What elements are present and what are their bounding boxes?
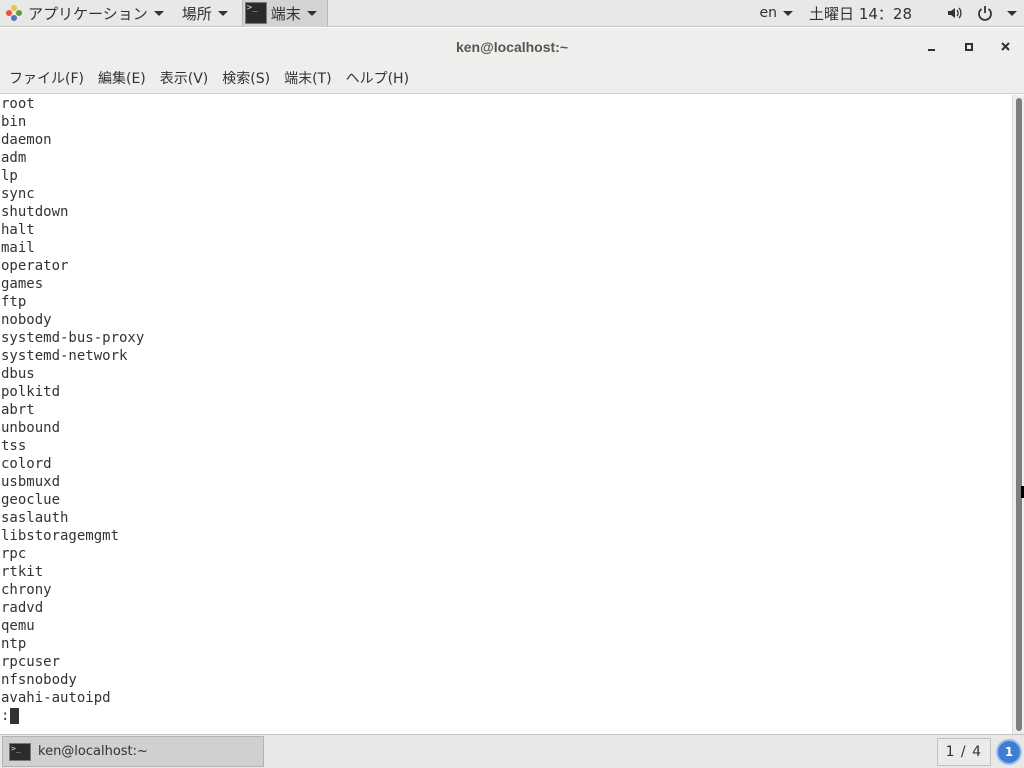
terminal-line: systemd-bus-proxy <box>1 330 145 346</box>
taskbar-window-label: ken@localhost:~ <box>38 744 148 759</box>
terminal-line: qemu <box>1 618 35 634</box>
chevron-down-icon <box>306 10 317 16</box>
terminal-app-menu[interactable]: >_ 端末 <box>241 0 328 27</box>
pager-prompt: : <box>1 708 10 724</box>
terminal-line: bin <box>1 114 27 130</box>
menu-bar: ファイル(F) 編集(E) 表示(V) 検索(S) 端末(T) ヘルプ(H) <box>0 65 1024 94</box>
menu-help[interactable]: ヘルプ(H) <box>339 65 416 94</box>
terminal-line: abrt <box>1 402 35 418</box>
terminal-line: halt <box>1 222 35 238</box>
volume-icon[interactable] <box>940 5 970 21</box>
terminal-line: ntp <box>1 636 27 652</box>
close-button[interactable] <box>987 28 1024 65</box>
terminal-line: saslauth <box>1 510 69 526</box>
terminal-line: adm <box>1 150 27 166</box>
terminal-line: nobody <box>1 312 52 328</box>
input-language-selector[interactable]: en <box>750 5 804 21</box>
terminal-icon: >_ <box>9 742 31 761</box>
chevron-down-icon <box>783 10 794 16</box>
minimize-button[interactable] <box>913 28 950 65</box>
terminal-line: daemon <box>1 132 52 148</box>
applications-menu[interactable]: アプリケーション <box>0 0 170 27</box>
terminal-line: operator <box>1 258 69 274</box>
terminal-line: games <box>1 276 44 292</box>
power-icon[interactable] <box>970 5 1000 21</box>
terminal-line: geoclue <box>1 492 61 508</box>
terminal-scrollbar[interactable] <box>1012 95 1024 734</box>
minimize-icon <box>928 48 935 51</box>
terminal-line: mail <box>1 240 35 256</box>
terminal-line: unbound <box>1 420 61 436</box>
terminal-line: chrony <box>1 582 52 598</box>
terminal-line: ftp <box>1 294 27 310</box>
terminal-line: shutdown <box>1 204 69 220</box>
menu-file[interactable]: ファイル(F) <box>2 65 91 94</box>
terminal-line: tss <box>1 438 27 454</box>
menu-terminal[interactable]: 端末(T) <box>277 65 338 94</box>
notification-badge[interactable]: 1 <box>996 738 1022 765</box>
terminal-line: usbmuxd <box>1 474 61 490</box>
applications-label: アプリケーション <box>28 4 148 23</box>
taskbar-window-button[interactable]: >_ ken@localhost:~ <box>2 736 264 767</box>
terminal-line: rpc <box>1 546 27 562</box>
terminal-line: rtkit <box>1 564 44 580</box>
scrollbar-thumb[interactable] <box>1016 98 1022 731</box>
terminal-app-label: 端末 <box>270 4 301 23</box>
pager-prompt-line: : <box>0 707 1012 725</box>
window-title: ken@localhost:~ <box>455 38 569 55</box>
language-label: en <box>759 5 778 21</box>
terminal-line: libstoragemgmt <box>1 528 120 544</box>
menu-edit[interactable]: 編集(E) <box>91 65 153 94</box>
system-menu-arrow[interactable] <box>1000 10 1024 16</box>
menu-search[interactable]: 検索(S) <box>215 65 277 94</box>
terminal-line: sync <box>1 186 35 202</box>
terminal-line: radvd <box>1 600 44 616</box>
text-cursor <box>10 708 20 724</box>
close-icon <box>1001 42 1010 51</box>
terminal-line: root <box>1 96 35 112</box>
window-titlebar[interactable]: ken@localhost:~ <box>0 28 1024 65</box>
top-panel: アプリケーション 場所 >_ 端末 en 土曜日 14：28 <box>0 0 1024 27</box>
bottom-panel: >_ ken@localhost:~ 1 / 4 1 <box>0 734 1024 768</box>
maximize-button[interactable] <box>950 28 987 65</box>
chevron-down-icon <box>1007 10 1017 16</box>
maximize-icon <box>964 42 973 51</box>
clock[interactable]: 土曜日 14：28 <box>803 3 940 24</box>
workspace-indicator[interactable]: 1 / 4 <box>936 737 991 766</box>
chevron-down-icon <box>217 10 228 16</box>
terminal-line: avahi-autoipd <box>1 690 111 706</box>
terminal-line: colord <box>1 456 52 472</box>
terminal-line: rpcuser <box>1 654 61 670</box>
terminal-line: polkitd <box>1 384 61 400</box>
terminal-line: nfsnobody <box>1 672 77 688</box>
terminal-line: lp <box>1 168 18 184</box>
places-label: 場所 <box>181 4 212 23</box>
terminal-line: dbus <box>1 366 35 382</box>
chevron-down-icon <box>153 10 164 16</box>
terminal-icon: >_ <box>244 2 267 24</box>
apps-icon <box>6 5 22 21</box>
terminal-line: systemd-network <box>1 348 128 364</box>
places-menu[interactable]: 場所 <box>176 0 234 27</box>
menu-view[interactable]: 表示(V) <box>153 65 216 94</box>
terminal-output[interactable]: root bin daemon adm lp sync shutdown hal… <box>0 95 1012 734</box>
